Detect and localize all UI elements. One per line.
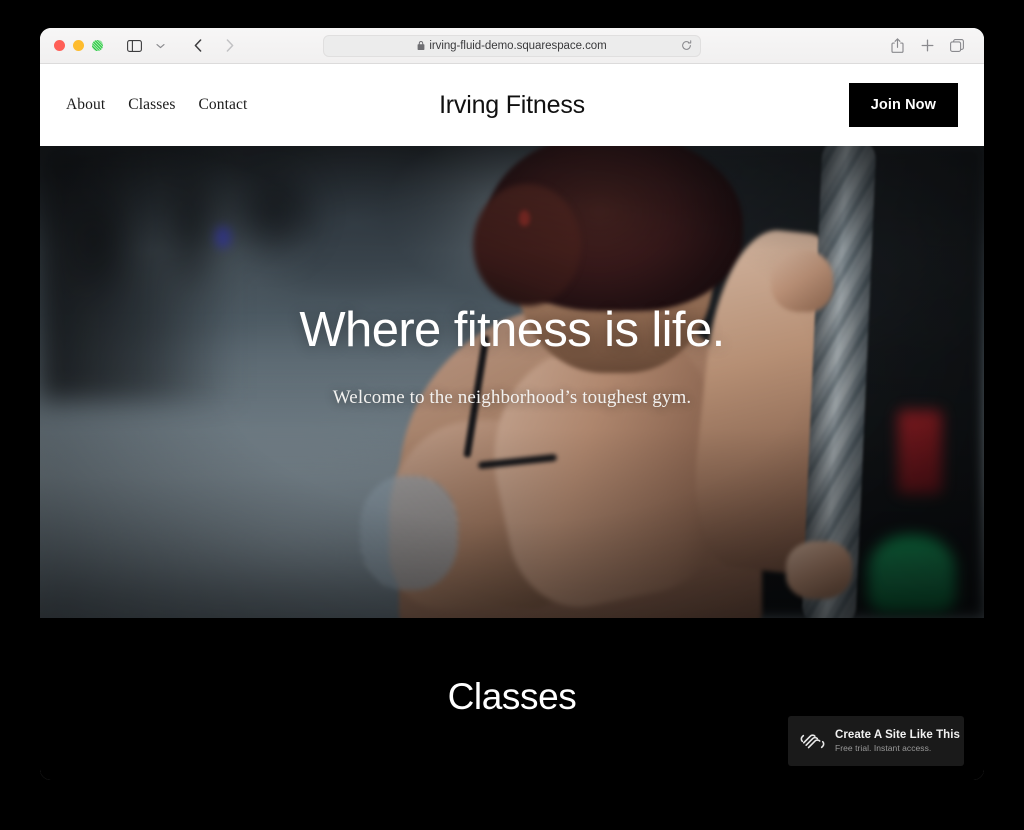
minimize-window-button[interactable] (73, 40, 84, 51)
nav-item-about[interactable]: About (66, 96, 105, 114)
primary-navigation: About Classes Contact (66, 96, 247, 114)
forward-arrow-icon (217, 33, 243, 59)
toolbar-right-actions (884, 33, 970, 59)
hero-headline: Where fitness is life. (299, 303, 725, 357)
maximize-window-button[interactable] (92, 40, 103, 51)
sidebar-toggle-icon[interactable] (121, 33, 147, 59)
reload-icon[interactable] (681, 40, 692, 51)
nav-item-contact[interactable]: Contact (198, 96, 247, 114)
plus-icon[interactable] (914, 33, 940, 59)
chevron-down-icon[interactable] (147, 33, 173, 59)
hero-copy: Where fitness is life. Welcome to the ne… (40, 304, 984, 409)
share-icon[interactable] (884, 33, 910, 59)
squarespace-promo-headline: Create A Site Like This (835, 729, 960, 741)
url-text: irving-fluid-demo.squarespace.com (429, 39, 607, 52)
close-window-button[interactable] (54, 40, 65, 51)
address-bar-container: irving-fluid-demo.squarespace.com (40, 34, 984, 57)
nav-item-classes[interactable]: Classes (128, 96, 175, 114)
address-bar-content: irving-fluid-demo.squarespace.com (417, 39, 607, 52)
site-header: About Classes Contact Irving Fitness Joi… (40, 64, 984, 146)
squarespace-promo-text: Create A Site Like This Free trial. Inst… (835, 729, 960, 753)
join-now-button[interactable]: Join Now (848, 83, 958, 127)
page-viewport: About Classes Contact Irving Fitness Joi… (40, 64, 984, 780)
lock-icon (417, 40, 425, 51)
tab-overview-icon[interactable] (944, 33, 970, 59)
sidebar-controls (121, 33, 173, 59)
classes-heading: Classes (447, 676, 577, 717)
browser-toolbar: irving-fluid-demo.squarespace.com (40, 28, 984, 64)
squarespace-logo-icon (800, 729, 825, 754)
squarespace-promo-subtext: Free trial. Instant access. (835, 743, 932, 753)
window-traffic-lights (54, 40, 103, 51)
browser-window: irving-fluid-demo.squarespace.com About … (40, 28, 984, 780)
squarespace-promo-badge[interactable]: Create A Site Like This Free trial. Inst… (788, 716, 964, 766)
address-bar[interactable]: irving-fluid-demo.squarespace.com (323, 34, 701, 57)
back-arrow-icon[interactable] (185, 33, 211, 59)
navigation-buttons (185, 33, 243, 59)
hero-section: Where fitness is life. Welcome to the ne… (40, 146, 984, 618)
hero-subheadline: Welcome to the neighborhood’s toughest g… (332, 386, 692, 408)
